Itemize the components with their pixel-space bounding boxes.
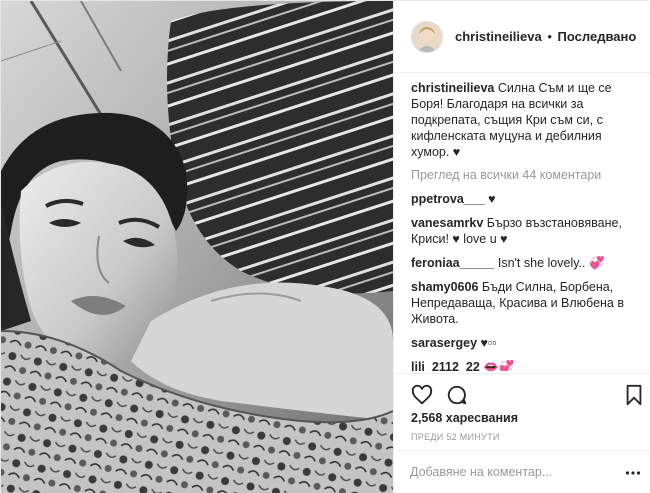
comment-username[interactable]: sarasergey — [411, 336, 477, 350]
comment-username[interactable]: vanesamrkv — [411, 216, 483, 230]
comment-text: 👄💞 — [483, 360, 515, 371]
following-button[interactable]: Последвано — [558, 29, 637, 44]
comment-items: ppetrova___ ♥ vanesamrkv Бързо възстановя… — [411, 191, 639, 371]
post-photo[interactable] — [1, 1, 393, 493]
comment-username[interactable]: ppetrova___ — [411, 192, 485, 206]
add-comment-section — [394, 450, 650, 493]
comment-item: feroniaa_____ Isn't she lovely.. 💞 — [411, 255, 639, 271]
header-separator: • — [547, 29, 552, 44]
comment-text: ♥ — [488, 192, 496, 206]
comment-item: ppetrova___ ♥ — [411, 191, 639, 207]
header-text: christineilieva • Последвано — [455, 29, 636, 44]
comment-input[interactable] — [410, 461, 610, 483]
header-username[interactable]: christineilieva — [455, 29, 542, 44]
heart-icon[interactable] — [411, 384, 433, 406]
comment-item: lili_2112_22 👄💞 — [411, 359, 639, 371]
comment-item: vanesamrkv Бързо възстановяване, Криси! … — [411, 215, 639, 247]
comment-username[interactable]: feroniaa_____ — [411, 256, 494, 270]
likes-count[interactable]: 2,568 харесвания — [411, 411, 518, 425]
action-bar — [394, 373, 650, 413]
speech-bubble-icon[interactable] — [446, 384, 468, 406]
avatar[interactable] — [411, 20, 443, 53]
view-all-comments-link[interactable]: Преглед на всички 44 коментари — [411, 167, 639, 183]
comment-item: sarasergey ♥▫▫ — [411, 335, 639, 351]
more-dots-icon[interactable] — [625, 465, 641, 481]
caption-username[interactable]: christineilieva — [411, 81, 494, 95]
post-side-panel: christineilieva • Последвано christineil… — [393, 1, 650, 493]
post-header: christineilieva • Последвано — [394, 1, 650, 73]
comment-text: ♥▫▫ — [480, 336, 497, 350]
comments-list[interactable]: christineilieva Силна Съм и ще се Боря! … — [411, 73, 639, 371]
post-timestamp[interactable]: ПРЕДИ 52 МИНУТИ — [411, 432, 500, 442]
bookmark-icon[interactable] — [623, 384, 645, 406]
caption: christineilieva Силна Съм и ще се Боря! … — [411, 80, 639, 160]
comment-text: Isn't she lovely.. 💞 — [497, 256, 605, 270]
comment-username[interactable]: lili_2112_22 — [411, 360, 480, 371]
instagram-post: christineilieva • Последвано christineil… — [0, 0, 650, 493]
comment-item: shamy0606 Бъди Силна, Борбена, Непредава… — [411, 279, 639, 327]
comment-username[interactable]: shamy0606 — [411, 280, 478, 294]
